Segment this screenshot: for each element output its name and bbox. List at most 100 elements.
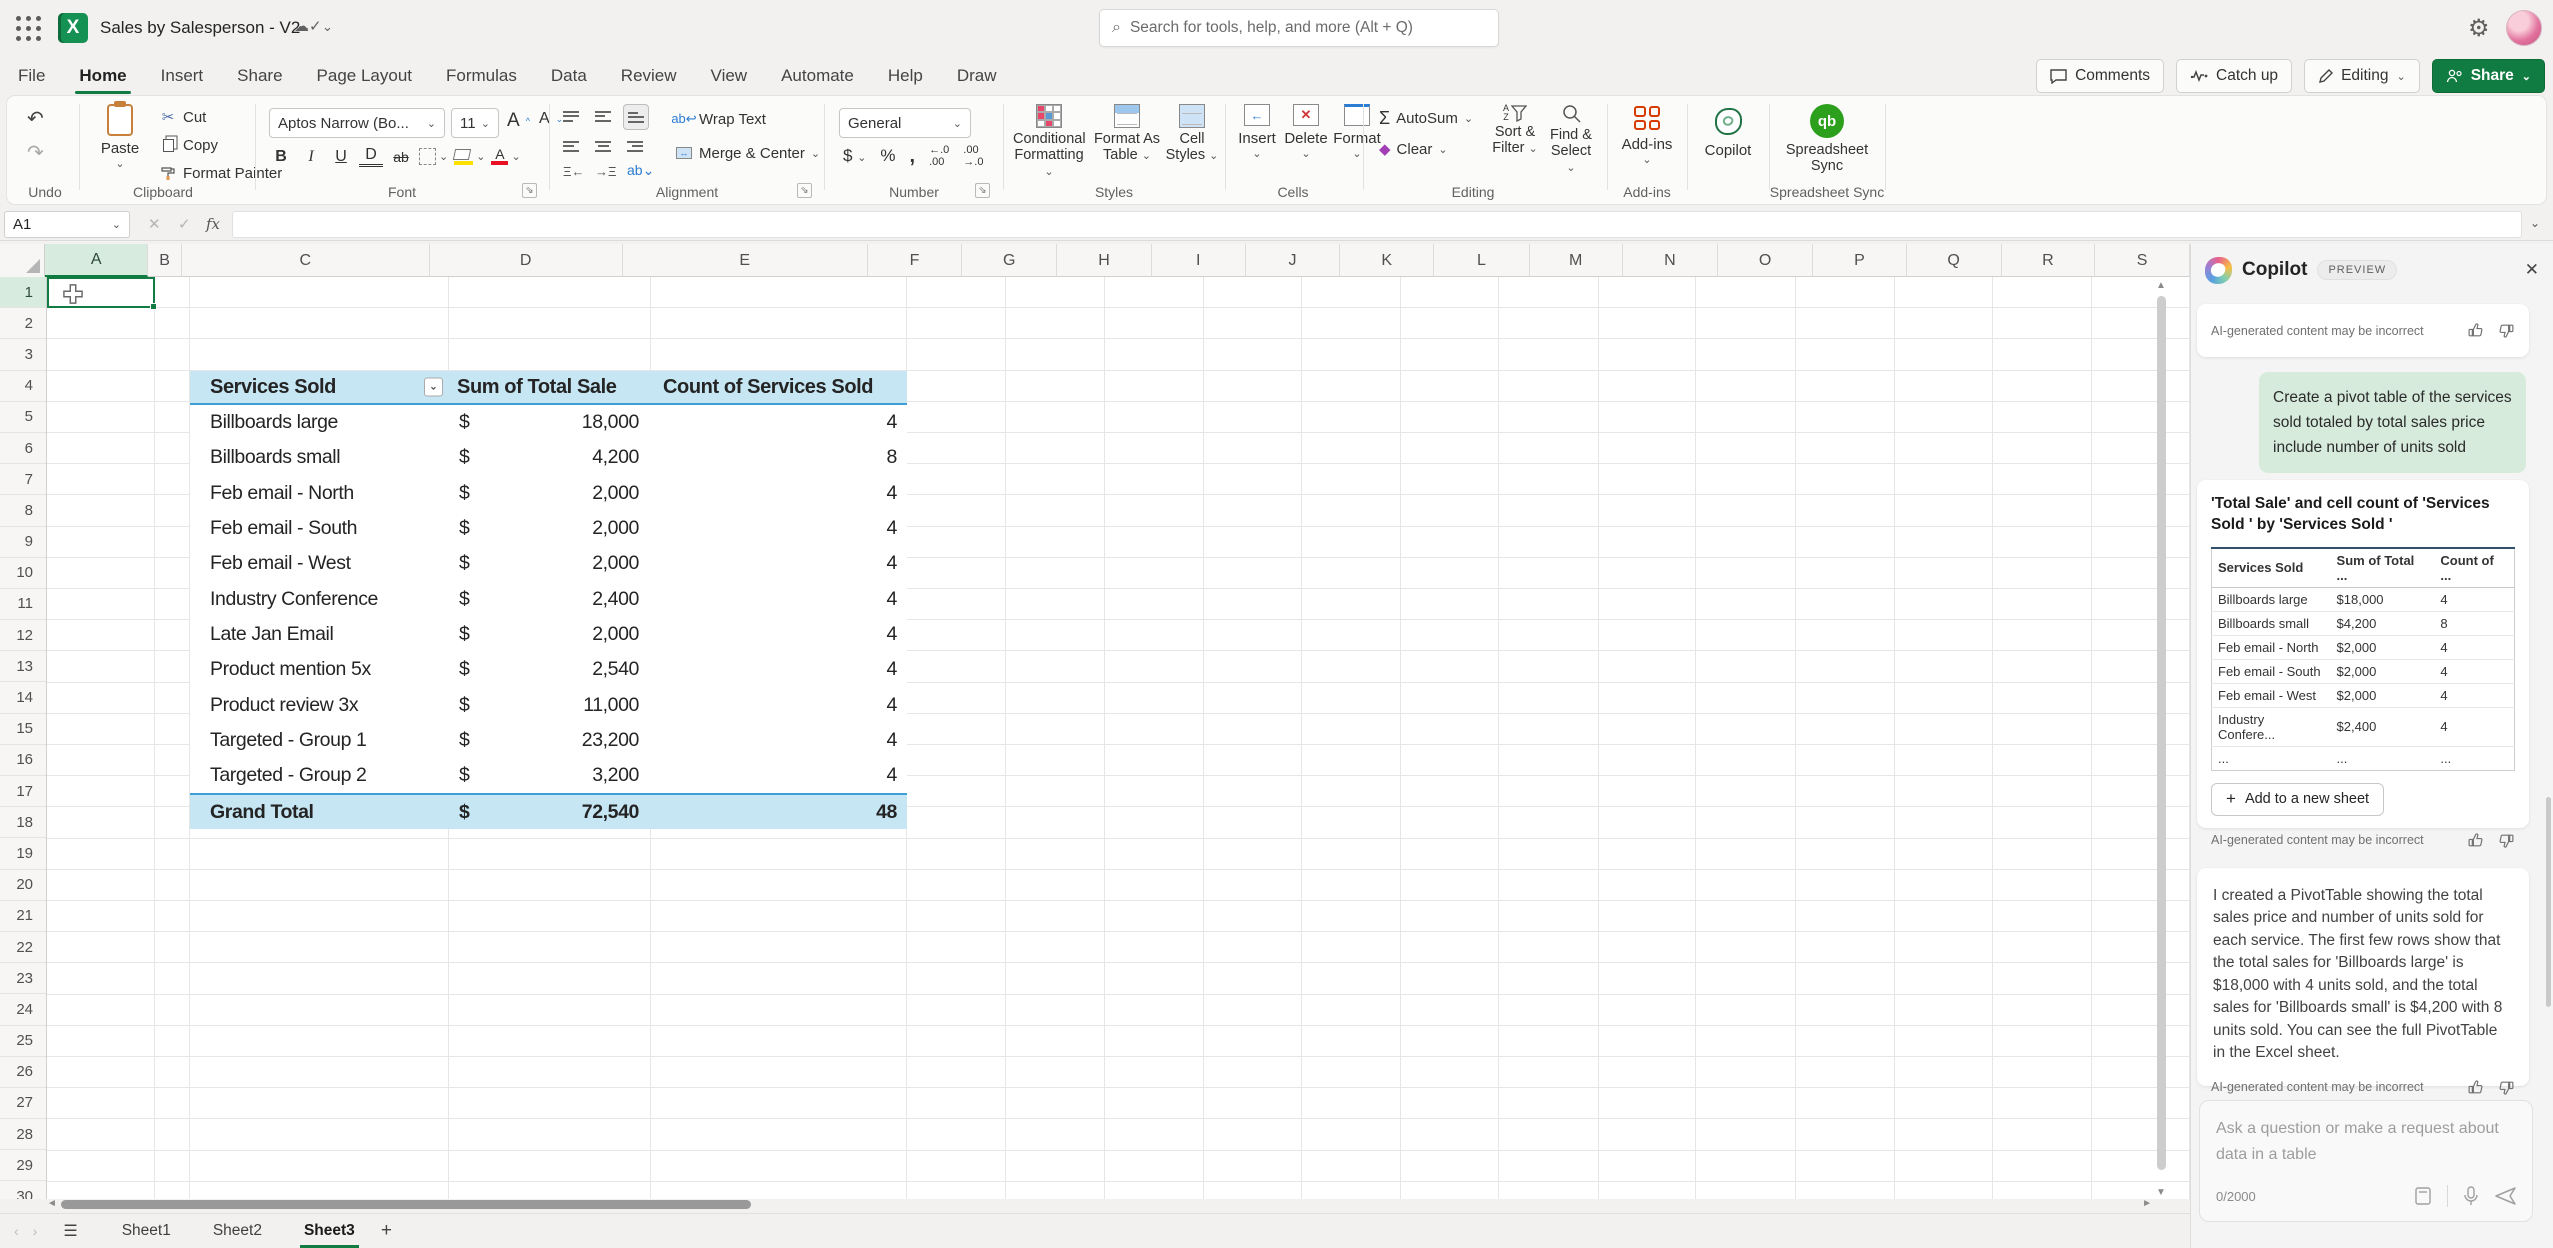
row-header-21[interactable]: 21 — [0, 901, 46, 932]
row-header-16[interactable]: 16 — [0, 745, 46, 776]
number-dialog-launcher[interactable]: ⇘ — [975, 183, 990, 198]
row-header-29[interactable]: 29 — [0, 1150, 46, 1181]
paste-button[interactable]: Paste ⌄ — [93, 104, 147, 170]
font-color-button[interactable]: A⌄ — [491, 148, 520, 165]
ribbon-tab-share[interactable]: Share — [235, 62, 284, 90]
column-header-k[interactable]: K — [1340, 244, 1434, 277]
spreadsheet-sync-button[interactable]: qb SpreadsheetSync — [1781, 104, 1873, 174]
catch-up-button[interactable]: Catch up — [2176, 59, 2292, 93]
share-button[interactable]: Share⌄ — [2432, 59, 2545, 93]
copy-button[interactable]: Copy — [159, 136, 218, 154]
scroll-left-icon[interactable]: ◄ — [47, 1198, 57, 1209]
name-box[interactable]: A1⌄ — [4, 211, 130, 238]
delete-cells-button[interactable]: ✕ Delete⌄ — [1283, 104, 1329, 160]
row-header-2[interactable]: 2 — [0, 308, 46, 339]
column-header-q[interactable]: Q — [1907, 244, 2002, 277]
top-align-button[interactable] — [563, 108, 579, 124]
pivot-data-row[interactable]: Targeted - Group 2$3,2004 — [190, 758, 907, 793]
wrap-text-button[interactable]: ab↩Wrap Text — [675, 110, 766, 128]
pivot-data-row[interactable]: Late Jan Email$2,0004 — [190, 617, 907, 652]
orientation-button[interactable]: ab⌄ — [627, 162, 654, 179]
pivot-table[interactable]: Services Sold⌄Sum of Total SaleCount of … — [190, 371, 907, 829]
row-header-28[interactable]: 28 — [0, 1119, 46, 1150]
pivot-data-row[interactable]: Product review 3x$11,0004 — [190, 687, 907, 722]
ribbon-tab-help[interactable]: Help — [886, 62, 925, 90]
merge-center-button[interactable]: ↔Merge & Center⌄ — [675, 144, 820, 162]
select-all-corner[interactable] — [0, 244, 45, 277]
row-header-18[interactable]: 18 — [0, 807, 46, 838]
font-family-dropdown[interactable]: Aptos Narrow (Bo...⌄ — [269, 108, 445, 138]
column-header-d[interactable]: D — [430, 244, 623, 277]
row-header-4[interactable]: 4 — [0, 371, 46, 402]
thumbs-up-icon[interactable] — [2467, 1079, 2484, 1096]
insert-function-icon[interactable]: fx — [206, 215, 220, 233]
number-format-dropdown[interactable]: General⌄ — [839, 108, 971, 138]
ribbon-tab-data[interactable]: Data — [549, 62, 589, 90]
addins-button[interactable]: Add-ins⌄ — [1619, 106, 1675, 166]
formula-input[interactable] — [232, 211, 2522, 238]
column-header-h[interactable]: H — [1057, 244, 1152, 277]
format-cells-button[interactable]: Format⌄ — [1333, 104, 1381, 160]
redo-button[interactable]: ↷ — [27, 140, 44, 165]
column-header-e[interactable]: E — [623, 244, 868, 277]
decrease-decimal-button[interactable]: .00→.0 — [963, 144, 983, 168]
scroll-up-icon[interactable]: ▲ — [2156, 280, 2166, 291]
column-header-o[interactable]: O — [1718, 244, 1813, 277]
decrease-indent-button[interactable]: Ξ← — [563, 164, 584, 179]
double-underline-button[interactable]: D — [359, 146, 383, 167]
increase-indent-button[interactable]: →Ξ — [595, 164, 616, 179]
next-sheet-icon[interactable]: › — [33, 1223, 38, 1239]
settings-gear-icon[interactable]: ⚙ — [2468, 14, 2490, 43]
borders-button[interactable]: ⌄ — [419, 148, 448, 165]
excel-logo-icon[interactable]: X — [58, 13, 88, 43]
format-as-table-button[interactable]: Format AsTable ⌄ — [1093, 104, 1161, 163]
editing-mode-button[interactable]: Editing⌄ — [2304, 59, 2420, 93]
thumbs-up-icon[interactable] — [2467, 832, 2484, 849]
thumbs-down-icon[interactable] — [2498, 1079, 2515, 1096]
middle-align-button[interactable] — [595, 108, 611, 124]
panel-scroll-thumb[interactable] — [2546, 797, 2551, 1007]
row-header-10[interactable]: 10 — [0, 558, 46, 589]
app-launcher-icon[interactable] — [16, 16, 42, 42]
pivot-data-row[interactable]: Feb email - North$2,0004 — [190, 476, 907, 511]
format-painter-button[interactable]: Format Painter — [159, 164, 282, 182]
ribbon-tab-draw[interactable]: Draw — [955, 62, 999, 90]
thumbs-down-icon[interactable] — [2498, 832, 2515, 849]
autosum-button[interactable]: ΣAutoSum⌄ — [1379, 108, 1473, 129]
cells-area[interactable]: Services Sold⌄Sum of Total SaleCount of … — [47, 277, 2190, 1199]
row-header-14[interactable]: 14 — [0, 682, 46, 713]
thumbs-up-icon[interactable] — [2467, 322, 2484, 339]
horizontal-scrollbar[interactable]: ◄ ► — [47, 1199, 2152, 1211]
row-header-30[interactable]: 30 — [0, 1181, 46, 1199]
alignment-dialog-launcher[interactable]: ⇘ — [797, 183, 812, 198]
row-header-6[interactable]: 6 — [0, 433, 46, 464]
ribbon-tab-page-layout[interactable]: Page Layout — [315, 62, 414, 90]
row-header-8[interactable]: 8 — [0, 495, 46, 526]
comments-button[interactable]: Comments — [2036, 59, 2164, 93]
column-header-l[interactable]: L — [1434, 244, 1530, 277]
font-size-dropdown[interactable]: 11⌄ — [451, 108, 499, 138]
insert-cells-button[interactable]: ← Insert⌄ — [1235, 104, 1279, 160]
comma-format-button[interactable]: , — [910, 145, 916, 168]
bottom-align-button[interactable] — [623, 104, 649, 130]
ribbon-tab-formulas[interactable]: Formulas — [444, 62, 519, 90]
bold-button[interactable]: B — [269, 148, 293, 166]
pivot-data-row[interactable]: Product mention 5x$2,5404 — [190, 652, 907, 687]
horizontal-scroll-thumb[interactable] — [61, 1200, 751, 1209]
cancel-formula-icon[interactable]: ✕ — [148, 215, 161, 233]
column-header-c[interactable]: C — [182, 244, 430, 277]
column-header-f[interactable]: F — [868, 244, 963, 277]
increase-decimal-button[interactable]: ←.0.00 — [929, 144, 949, 168]
row-header-25[interactable]: 25 — [0, 1026, 46, 1057]
scroll-right-icon[interactable]: ► — [2142, 1198, 2152, 1209]
row-header-19[interactable]: 19 — [0, 838, 46, 869]
ribbon-tab-automate[interactable]: Automate — [779, 62, 856, 90]
pivot-grand-total-row[interactable]: Grand Total$72,54048 — [190, 793, 907, 829]
vertical-scrollbar[interactable]: ▲ ▼ — [2154, 280, 2169, 1198]
shrink-font-button[interactable]: A⌄ — [539, 110, 563, 128]
align-right-button[interactable] — [627, 138, 643, 154]
row-header-12[interactable]: 12 — [0, 620, 46, 651]
column-header-g[interactable]: G — [962, 244, 1057, 277]
copilot-input-box[interactable]: Ask a question or make a request about d… — [2199, 1100, 2533, 1222]
ribbon-tab-insert[interactable]: Insert — [159, 62, 206, 90]
